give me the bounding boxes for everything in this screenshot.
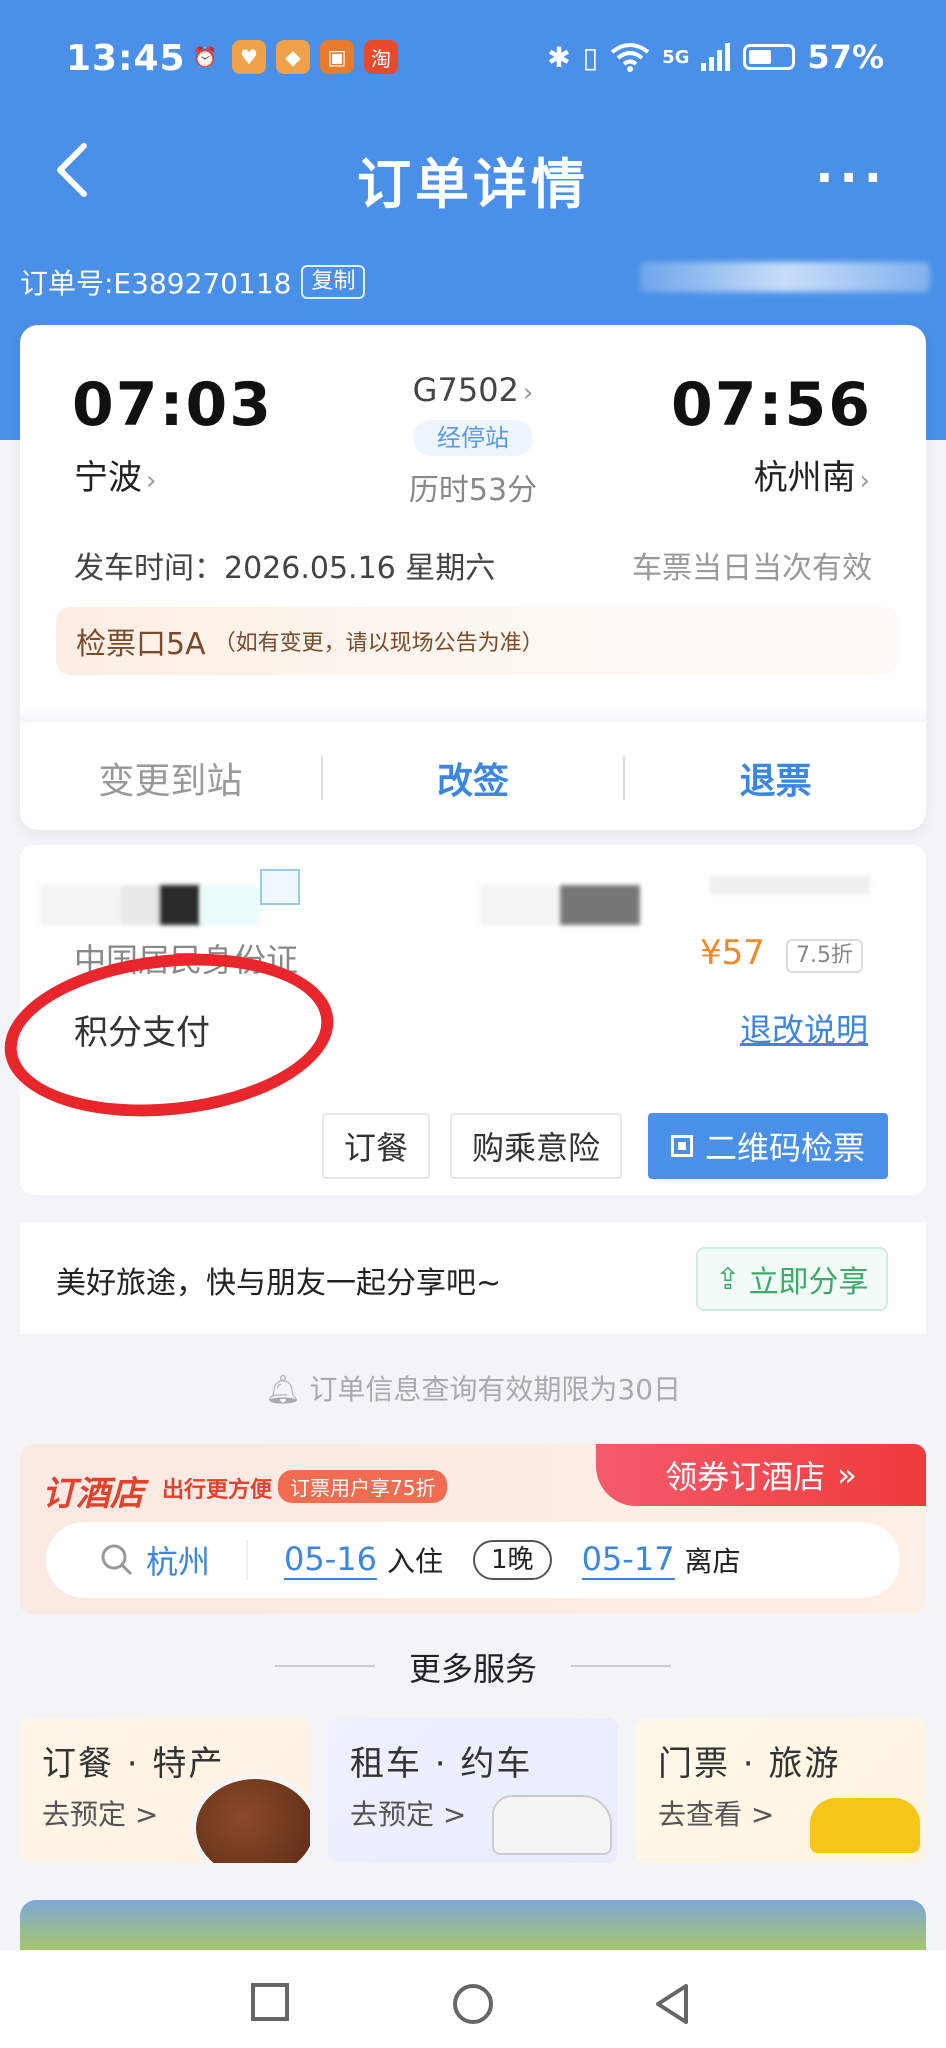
- checkin-label: 入住: [387, 1545, 444, 1578]
- bluetooth-icon: ✱: [547, 40, 571, 74]
- card-divider: [20, 710, 926, 722]
- home-icon[interactable]: [451, 1982, 495, 2026]
- ticket-card: 07:03 宁波 › G7502 › 经停站 历时53分 07:56 杭州南 › 发车…: [20, 325, 926, 830]
- refund-button[interactable]: 退票: [625, 752, 926, 804]
- qr-checkin-button[interactable]: 二维码检票: [648, 1113, 888, 1179]
- ticket-validity: 车票当日当次有效: [632, 551, 872, 586]
- service-title: 租车 · 约车: [350, 1744, 533, 1784]
- alarm-icon: ⏰: [192, 45, 218, 69]
- notice-text: 🔔︎ 订单信息查询有效期限为30日: [264, 1373, 682, 1406]
- app-gift-icon: ▣: [320, 40, 354, 74]
- signal-icon: [701, 43, 731, 71]
- passenger-type-badge: [260, 869, 300, 905]
- ticket-price: ¥57: [700, 933, 765, 973]
- status-bar: 13:45 ⏰ ♥ ◆ ▣ 淘 ✱ ▯ 5G 57%: [0, 30, 946, 90]
- share-button[interactable]: ⇪ 立即分享: [696, 1247, 888, 1311]
- promo-banner[interactable]: [20, 1900, 926, 1950]
- redacted-name: [120, 885, 160, 925]
- discount-badge: 7.5折: [786, 939, 863, 973]
- hotel-discount-tag: 订票用户享75折: [278, 1470, 448, 1503]
- page-title: 订单详情: [357, 153, 589, 216]
- service-title: 订餐 · 特产: [42, 1744, 225, 1784]
- departure-date: 发车时间：2026.05.16 星期六: [74, 551, 496, 586]
- service-car-card[interactable]: 租车 · 约车 去预定 >: [328, 1718, 618, 1863]
- service-link: 去查看 >: [658, 1798, 775, 1831]
- vibrate-icon: ▯: [582, 40, 599, 74]
- stops-button[interactable]: 经停站: [413, 420, 533, 456]
- app-heart-icon: ♥: [232, 40, 266, 74]
- ticket-gate-note: （如有变更，请以现场公告为准）: [213, 631, 544, 656]
- checkout-label: 离店: [684, 1545, 741, 1578]
- more-options-button[interactable]: ···: [815, 150, 888, 206]
- bell-icon: 🔔︎: [264, 1373, 310, 1406]
- app-wallet-icon: ◆: [276, 40, 310, 74]
- hotel-city[interactable]: 杭州: [146, 1537, 210, 1583]
- search-icon: [101, 1544, 133, 1576]
- service-link: 去预定 >: [42, 1798, 159, 1831]
- food-image: [190, 1773, 310, 1863]
- order-number-row: 订单号:E389270118 复制: [20, 262, 366, 302]
- chevron-right-icon: ›: [522, 378, 534, 408]
- checkout-date[interactable]: 05-17: [581, 1540, 675, 1580]
- service-meal-card[interactable]: 订餐 · 特产 去预定 >: [20, 1718, 310, 1863]
- redacted-name: [200, 885, 260, 925]
- status-notification-icons: ⏰ ♥ ◆ ▣ 淘: [188, 40, 398, 74]
- checkin-date[interactable]: 05-16: [284, 1540, 377, 1580]
- car-image: [492, 1795, 612, 1855]
- status-time: 13:45: [66, 38, 186, 79]
- reschedule-button[interactable]: 改签: [323, 752, 624, 804]
- change-station-button[interactable]: 变更到站: [20, 752, 321, 804]
- wifi-icon: [610, 43, 650, 72]
- payment-method: 积分支付: [74, 1013, 210, 1053]
- share-icon: ⇪: [715, 1261, 741, 1297]
- divider: [246, 1540, 249, 1580]
- system-nav-bar: [0, 1950, 946, 2048]
- redacted-name: [160, 885, 200, 925]
- battery-icon: [743, 44, 796, 70]
- ticket-gate-box: 检票口5A （如有变更，请以现场公告为准）: [56, 607, 898, 675]
- redacted-info: [640, 262, 930, 292]
- recent-apps-icon[interactable]: [250, 1982, 290, 2022]
- nights-badge: 1晚: [473, 1540, 552, 1580]
- order-number: 订单号:E389270118: [20, 267, 292, 300]
- ticket-action-row: 变更到站 改签 退票: [20, 725, 926, 830]
- service-tour-card[interactable]: 门票 · 旅游 去查看 >: [636, 1718, 926, 1863]
- network-type: 5G: [662, 46, 690, 68]
- battery-level: 57%: [807, 38, 884, 76]
- passenger-card: 中国居民身份证 ¥57 7.5折 积分支付 退改说明 订餐 购乘意险 二维码检票: [20, 845, 926, 1195]
- chevron-right-icon: ›: [859, 466, 870, 496]
- ticket-gate: 检票口5A: [76, 627, 206, 662]
- double-chevron-icon: »: [837, 1456, 857, 1494]
- id-type: 中国居民身份证: [74, 941, 299, 979]
- service-title: 门票 · 旅游: [658, 1744, 841, 1784]
- divider: [571, 1665, 671, 1667]
- refund-rules-link[interactable]: 退改说明: [740, 1005, 868, 1051]
- share-text: 美好旅途，快与朋友一起分享吧~: [56, 1266, 502, 1301]
- qr-code-icon: [670, 1135, 693, 1157]
- copy-order-button[interactable]: 复制: [301, 265, 366, 299]
- hotel-subtitle: 出行更方便: [162, 1478, 273, 1503]
- arrival-station[interactable]: 杭州南 ›: [754, 450, 870, 499]
- hotel-banner[interactable]: 订酒店 出行更方便 订票用户享75折 领券订酒店» 杭州 05-16 入住 1晚…: [20, 1444, 926, 1614]
- back-triangle-icon[interactable]: [652, 1982, 692, 2026]
- redacted-name: [40, 885, 120, 925]
- service-link: 去预定 >: [350, 1798, 467, 1831]
- status-system-icons: ✱ ▯ 5G 57%: [547, 38, 884, 76]
- arrival-time: 07:56: [671, 370, 872, 440]
- redacted-seat: [710, 875, 870, 895]
- taobao-icon: 淘: [364, 40, 398, 74]
- hotel-title: 订酒店: [42, 1474, 144, 1514]
- redacted-seat: [560, 885, 640, 925]
- redacted-seat: [480, 885, 560, 925]
- hotel-search-bar[interactable]: 杭州 05-16 入住 1晚 05-17 离店: [46, 1522, 900, 1598]
- tour-car-image: [810, 1798, 920, 1853]
- share-row: 美好旅途，快与朋友一起分享吧~ ⇪ 立即分享: [20, 1222, 926, 1334]
- buy-insurance-button[interactable]: 购乘意险: [450, 1113, 622, 1179]
- more-services-title: 更多服务: [408, 1650, 537, 1688]
- order-meal-button[interactable]: 订餐: [322, 1113, 430, 1179]
- hotel-coupon-button[interactable]: 领券订酒店»: [596, 1444, 926, 1506]
